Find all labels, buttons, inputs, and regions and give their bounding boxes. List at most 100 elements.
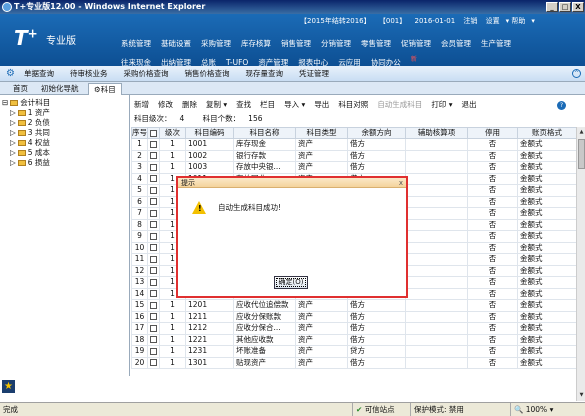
row-checkbox[interactable] [147, 264, 160, 277]
row-checkbox[interactable] [147, 195, 160, 208]
select-all-checkbox[interactable] [147, 127, 160, 139]
help-icon[interactable]: ? [557, 101, 566, 110]
ok-button[interactable]: 确定(O) [274, 276, 308, 289]
dialog-close-icon[interactable]: x [399, 178, 403, 188]
row-checkbox[interactable] [147, 172, 160, 185]
exit-button[interactable]: 退出 [461, 98, 476, 112]
minimize-button[interactable]: _ [546, 2, 558, 12]
delete-button[interactable]: 删除 [182, 98, 197, 112]
mod-sales-price[interactable]: 销售价格查询 [185, 66, 230, 82]
balance-direction: 借方 [347, 322, 406, 335]
vertical-scrollbar[interactable]: ▲ ▼ [576, 127, 585, 401]
folder-icon [17, 140, 26, 146]
scroll-thumb[interactable] [578, 139, 585, 169]
nav-basic[interactable]: 基础设置 [161, 38, 191, 49]
table-row[interactable]: 17 1 1212 应收分保合... 资产 借方 否金额式 [131, 322, 576, 335]
find-button[interactable]: 查找 [236, 98, 251, 112]
nav-system[interactable]: 系统管理 [121, 38, 151, 49]
row-checkbox[interactable] [147, 207, 160, 220]
table-row[interactable]: 19 1 1231 坏账准备 资产 贷方 否金额式 [131, 345, 576, 358]
nav-promotion[interactable]: 促销管理 [401, 38, 431, 49]
tree-node[interactable]: ▷ 2 负债 [10, 118, 50, 128]
nav-retail[interactable]: 零售管理 [361, 38, 391, 49]
row-index: 14 [131, 287, 148, 300]
nav-inventory[interactable]: 库存核算 [241, 38, 271, 49]
account-name: 应收代位追偿款 [233, 299, 296, 312]
new-badge: 新 [410, 56, 417, 63]
print-button[interactable]: 打印 ▾ [431, 98, 452, 112]
tab-init-nav[interactable]: 初始化导航 [36, 83, 84, 95]
mod-pending-audit[interactable]: 待审核业务 [70, 66, 108, 82]
close-window-button[interactable]: X [572, 2, 584, 12]
copy-button[interactable]: 复制 ▾ [206, 98, 227, 112]
row-checkbox[interactable] [147, 253, 160, 266]
mod-voucher[interactable]: 凭证管理 [299, 66, 329, 82]
scroll-down-icon[interactable]: ▼ [578, 391, 585, 399]
tree-node[interactable]: ▷ 5 成本 [10, 148, 50, 158]
table-row[interactable]: 1 1 1001 库存现金 资产 借方否金额式 [131, 138, 576, 151]
row-checkbox[interactable] [147, 356, 160, 369]
add-button[interactable]: 新增 [134, 98, 149, 112]
row-checkbox[interactable] [147, 184, 160, 197]
tree-node[interactable]: ▷ 3 共同 [10, 128, 50, 138]
disabled-flag: 否 [467, 172, 518, 185]
nav-distribution[interactable]: 分销管理 [321, 38, 351, 49]
disabled-flag: 否 [467, 264, 518, 277]
tree-node[interactable]: ▷ 4 权益 [10, 138, 50, 148]
tree-root[interactable]: ⊟ 会计科目 [2, 98, 50, 108]
column-header: 辅助核算项 [405, 127, 468, 139]
row-checkbox[interactable] [147, 218, 160, 231]
row-checkbox[interactable] [147, 161, 160, 174]
collapse-icon[interactable]: ^ [572, 69, 581, 78]
table-row[interactable]: 18 1 1221 其他应收款 资产 借方 否金额式 [131, 333, 576, 346]
table-row[interactable]: 2 1 1002 银行存款 资产 借方 否金额式 [131, 149, 576, 162]
column-header: 账页格式 [517, 127, 576, 139]
table-row[interactable]: 15 1 1201 应收代位追偿款 资产 借方 否金额式 [131, 299, 576, 312]
row-checkbox[interactable] [147, 276, 160, 289]
edit-button[interactable]: 修改 [158, 98, 173, 112]
mod-purchase-price[interactable]: 采购价格查询 [124, 66, 169, 82]
star-icon[interactable]: ★ [2, 380, 15, 393]
column-header: 序号 [131, 127, 148, 139]
tree-node[interactable]: ▷ 1 资产 [10, 108, 50, 118]
tab-home[interactable]: 首页 [8, 83, 33, 95]
tab-accounts[interactable]: ⚙科目 [88, 83, 122, 95]
table-row[interactable]: 20 1 1301 贴现资产 资产 借方 否金额式 [131, 356, 576, 369]
tree-node[interactable]: ▷ 6 损益 [10, 158, 50, 168]
row-checkbox[interactable] [147, 149, 160, 162]
row-checkbox[interactable] [147, 299, 160, 312]
row-index: 12 [131, 264, 148, 277]
mod-doc-query[interactable]: 单据查询 [24, 66, 54, 82]
nav-sales[interactable]: 销售管理 [281, 38, 311, 49]
mod-stock-query[interactable]: 现存量查询 [246, 66, 284, 82]
row-checkbox[interactable] [147, 287, 160, 300]
row-checkbox[interactable] [147, 241, 160, 254]
zoom-level[interactable]: 🔍 100% ▾ [510, 403, 553, 416]
account-map-button[interactable]: 科目对照 [338, 98, 368, 112]
import-button[interactable]: 导入 ▾ [284, 98, 305, 112]
settings-link[interactable]: 设置 [486, 17, 500, 25]
row-checkbox[interactable] [147, 310, 160, 323]
logout-link[interactable]: 注销 [463, 17, 477, 25]
gear-icon[interactable]: ⚙ [6, 69, 16, 79]
row-checkbox[interactable] [147, 333, 160, 346]
row-checkbox[interactable] [147, 138, 160, 151]
account-name: 应收分保账款 [233, 310, 296, 323]
help-link[interactable]: 帮助 [511, 17, 525, 25]
export-button[interactable]: 导出 [314, 98, 329, 112]
row-checkbox[interactable] [147, 322, 160, 335]
nav-production[interactable]: 生产管理 [481, 38, 511, 49]
row-checkbox[interactable] [147, 230, 160, 243]
maximize-button[interactable]: □ [559, 2, 571, 12]
dialog-title: 提示 x [178, 178, 406, 188]
scroll-up-icon[interactable]: ▲ [578, 128, 585, 136]
row-checkbox[interactable] [147, 345, 160, 358]
row-index: 15 [131, 299, 148, 312]
account-type: 资产 [295, 161, 348, 174]
nav-purchase[interactable]: 采购管理 [201, 38, 231, 49]
table-row[interactable]: 3 1 1003 存放中央银... 资产 借方 否金额式 [131, 161, 576, 174]
table-row[interactable]: 16 1 1211 应收分保账款 资产 借方 否金额式 [131, 310, 576, 323]
columns-button[interactable]: 栏目 [260, 98, 275, 112]
row-index: 7 [131, 207, 148, 220]
nav-member[interactable]: 会员管理 [441, 38, 471, 49]
